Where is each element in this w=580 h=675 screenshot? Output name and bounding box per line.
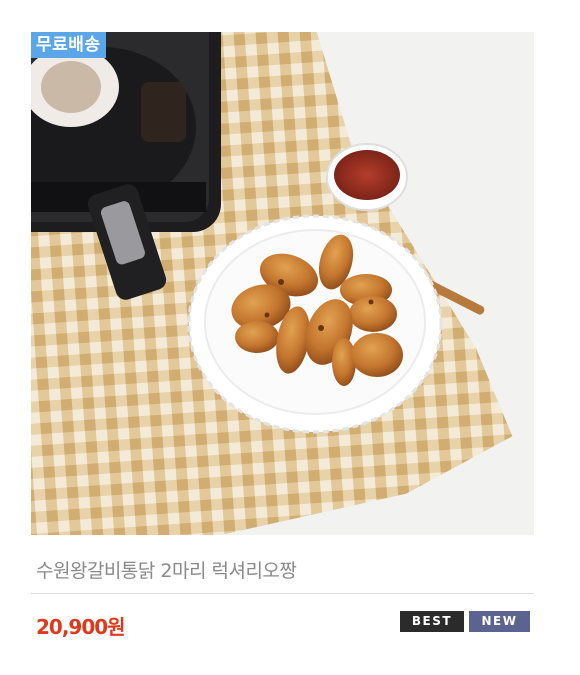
product-name[interactable]: 수원왕갈비통닭 2마리 럭셔리오짱	[36, 556, 297, 583]
product-card[interactable]: 무료배송 수원왕갈비통닭 2마리 럭셔리오짱 20,900원 BEST NEW	[0, 0, 580, 675]
best-tag: BEST	[400, 611, 464, 632]
new-tag: NEW	[469, 611, 530, 632]
product-photo	[31, 32, 534, 535]
product-image[interactable]	[31, 32, 534, 535]
free-shipping-badge: 무료배송	[31, 32, 106, 58]
divider	[31, 593, 534, 594]
product-price: 20,900원	[36, 615, 126, 639]
